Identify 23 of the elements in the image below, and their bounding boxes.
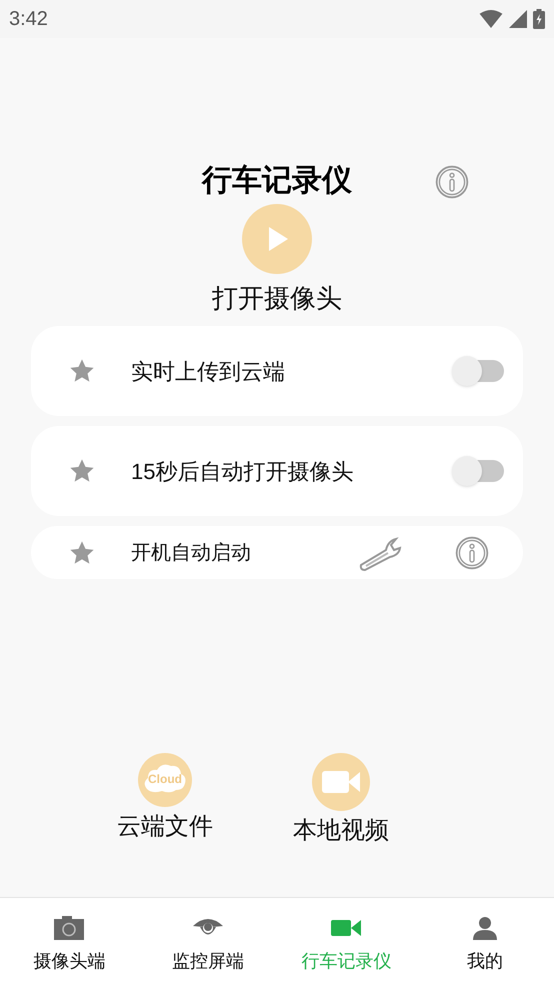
nav-tab[interactable]: 摄像头端 <box>0 898 138 984</box>
play-button[interactable] <box>242 204 312 274</box>
page-title: 行车记录仪 <box>202 163 352 199</box>
nav-tab[interactable]: 监控屏端 <box>138 898 277 984</box>
setting-label: 开机自动启动 <box>131 540 252 566</box>
battery-icon <box>533 9 545 29</box>
setting-label: 15秒后自动打开摄像头 <box>131 458 354 486</box>
setting-label: 实时上传到云端 <box>131 358 286 386</box>
video-camera-icon[interactable] <box>312 753 370 811</box>
shortcut-label[interactable]: 云端文件 <box>117 811 213 843</box>
wifi-icon <box>479 10 503 28</box>
camera-icon <box>54 916 84 940</box>
toggle-switch[interactable] <box>452 356 504 386</box>
open-camera-label[interactable]: 打开摄像头 <box>212 280 342 316</box>
icon-label: Cloud <box>147 771 183 787</box>
toggle-switch[interactable] <box>452 456 504 486</box>
nav-tab[interactable]: 我的 <box>416 898 554 984</box>
cloud-icon[interactable] <box>138 753 192 807</box>
info-icon[interactable] <box>454 534 490 570</box>
shortcut-label[interactable]: 本地视频 <box>293 815 389 847</box>
status-time: 3:42 <box>9 7 48 32</box>
info-icon[interactable] <box>434 164 470 200</box>
signal-icon <box>509 10 527 28</box>
